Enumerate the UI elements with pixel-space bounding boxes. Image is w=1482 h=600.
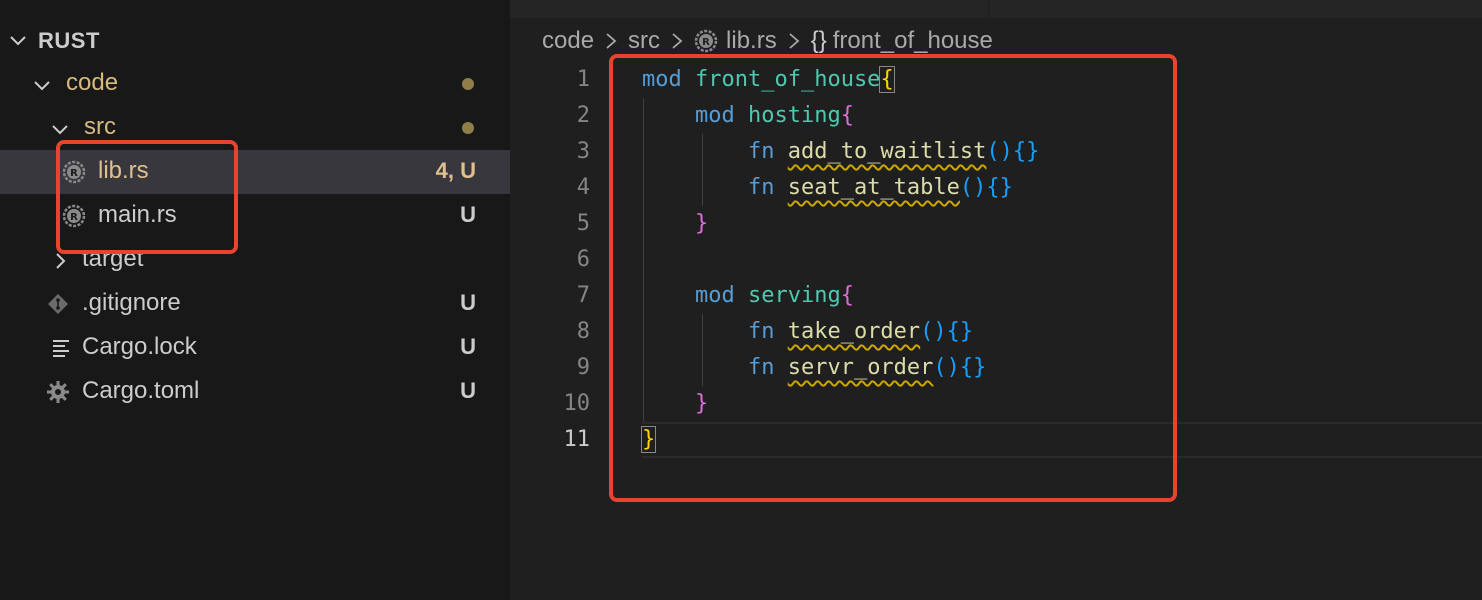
tree-item-gitignore[interactable]: .gitignore U	[0, 282, 510, 326]
tree-item-cargo-lock[interactable]: Cargo.lock U	[0, 326, 510, 370]
tree-item-code-folder[interactable]: code	[0, 62, 510, 106]
chevron-right-icon[interactable]	[50, 251, 70, 276]
line-number: 1	[576, 67, 590, 92]
breadcrumb-item-src[interactable]: src	[628, 27, 660, 55]
chevron-right-icon	[787, 32, 801, 50]
line-number: 7	[576, 283, 590, 308]
modified-dot-icon	[462, 122, 474, 134]
problems-status-badge: 4, U	[435, 158, 476, 183]
tree-item-cargo-toml[interactable]: Cargo.toml U	[0, 370, 510, 414]
explorer-section-header[interactable]: RUST	[0, 22, 510, 58]
tree-item-label: code	[66, 69, 119, 96]
untracked-status-badge: U	[460, 334, 476, 359]
tree-item-label: src	[84, 113, 116, 140]
line-number: 2	[576, 103, 590, 128]
svg-text:R: R	[702, 37, 710, 48]
line-number: 5	[576, 211, 590, 236]
highlight-box-files	[56, 140, 238, 254]
gear-icon	[46, 380, 70, 409]
tree-item-label: .gitignore	[82, 289, 181, 316]
chevron-down-icon[interactable]	[32, 75, 52, 100]
explorer-sidebar: RUST code src R lib.rs 4, U R main.rs U …	[0, 0, 510, 600]
line-number: 8	[576, 319, 590, 344]
chevron-down-icon[interactable]	[8, 30, 28, 55]
breadcrumb: code src R lib.rs {} front_of_house	[542, 25, 993, 57]
tab-divider	[988, 0, 989, 18]
untracked-status-badge: U	[460, 202, 476, 227]
symbol-module-icon: {}	[810, 27, 827, 54]
breadcrumb-item-code[interactable]: code	[542, 27, 594, 55]
line-number-gutter: 1 2 3 4 5 6 7 8 9 10 11	[510, 62, 591, 458]
line-number: 9	[576, 355, 590, 380]
chevron-right-icon	[604, 32, 618, 50]
chevron-right-icon	[670, 32, 684, 50]
git-file-icon	[46, 292, 70, 321]
rust-file-icon: R	[694, 29, 718, 53]
line-number: 6	[576, 247, 590, 272]
modified-dot-icon	[462, 78, 474, 90]
breadcrumb-item-symbol[interactable]: front_of_house	[833, 27, 993, 55]
highlight-box-code	[609, 54, 1177, 502]
untracked-status-badge: U	[460, 290, 476, 315]
line-number: 10	[563, 391, 591, 416]
line-number: 4	[576, 175, 590, 200]
tree-item-label: Cargo.toml	[82, 377, 200, 404]
explorer-section-title: RUST	[38, 28, 100, 53]
untracked-status-badge: U	[460, 378, 476, 403]
breadcrumb-item-lib-rs[interactable]: lib.rs	[726, 27, 777, 55]
tree-item-label: Cargo.lock	[82, 333, 197, 360]
editor-tab-strip	[510, 0, 1482, 18]
text-file-icon	[50, 336, 72, 365]
line-number: 3	[576, 139, 590, 164]
line-number-current: 11	[563, 427, 591, 452]
